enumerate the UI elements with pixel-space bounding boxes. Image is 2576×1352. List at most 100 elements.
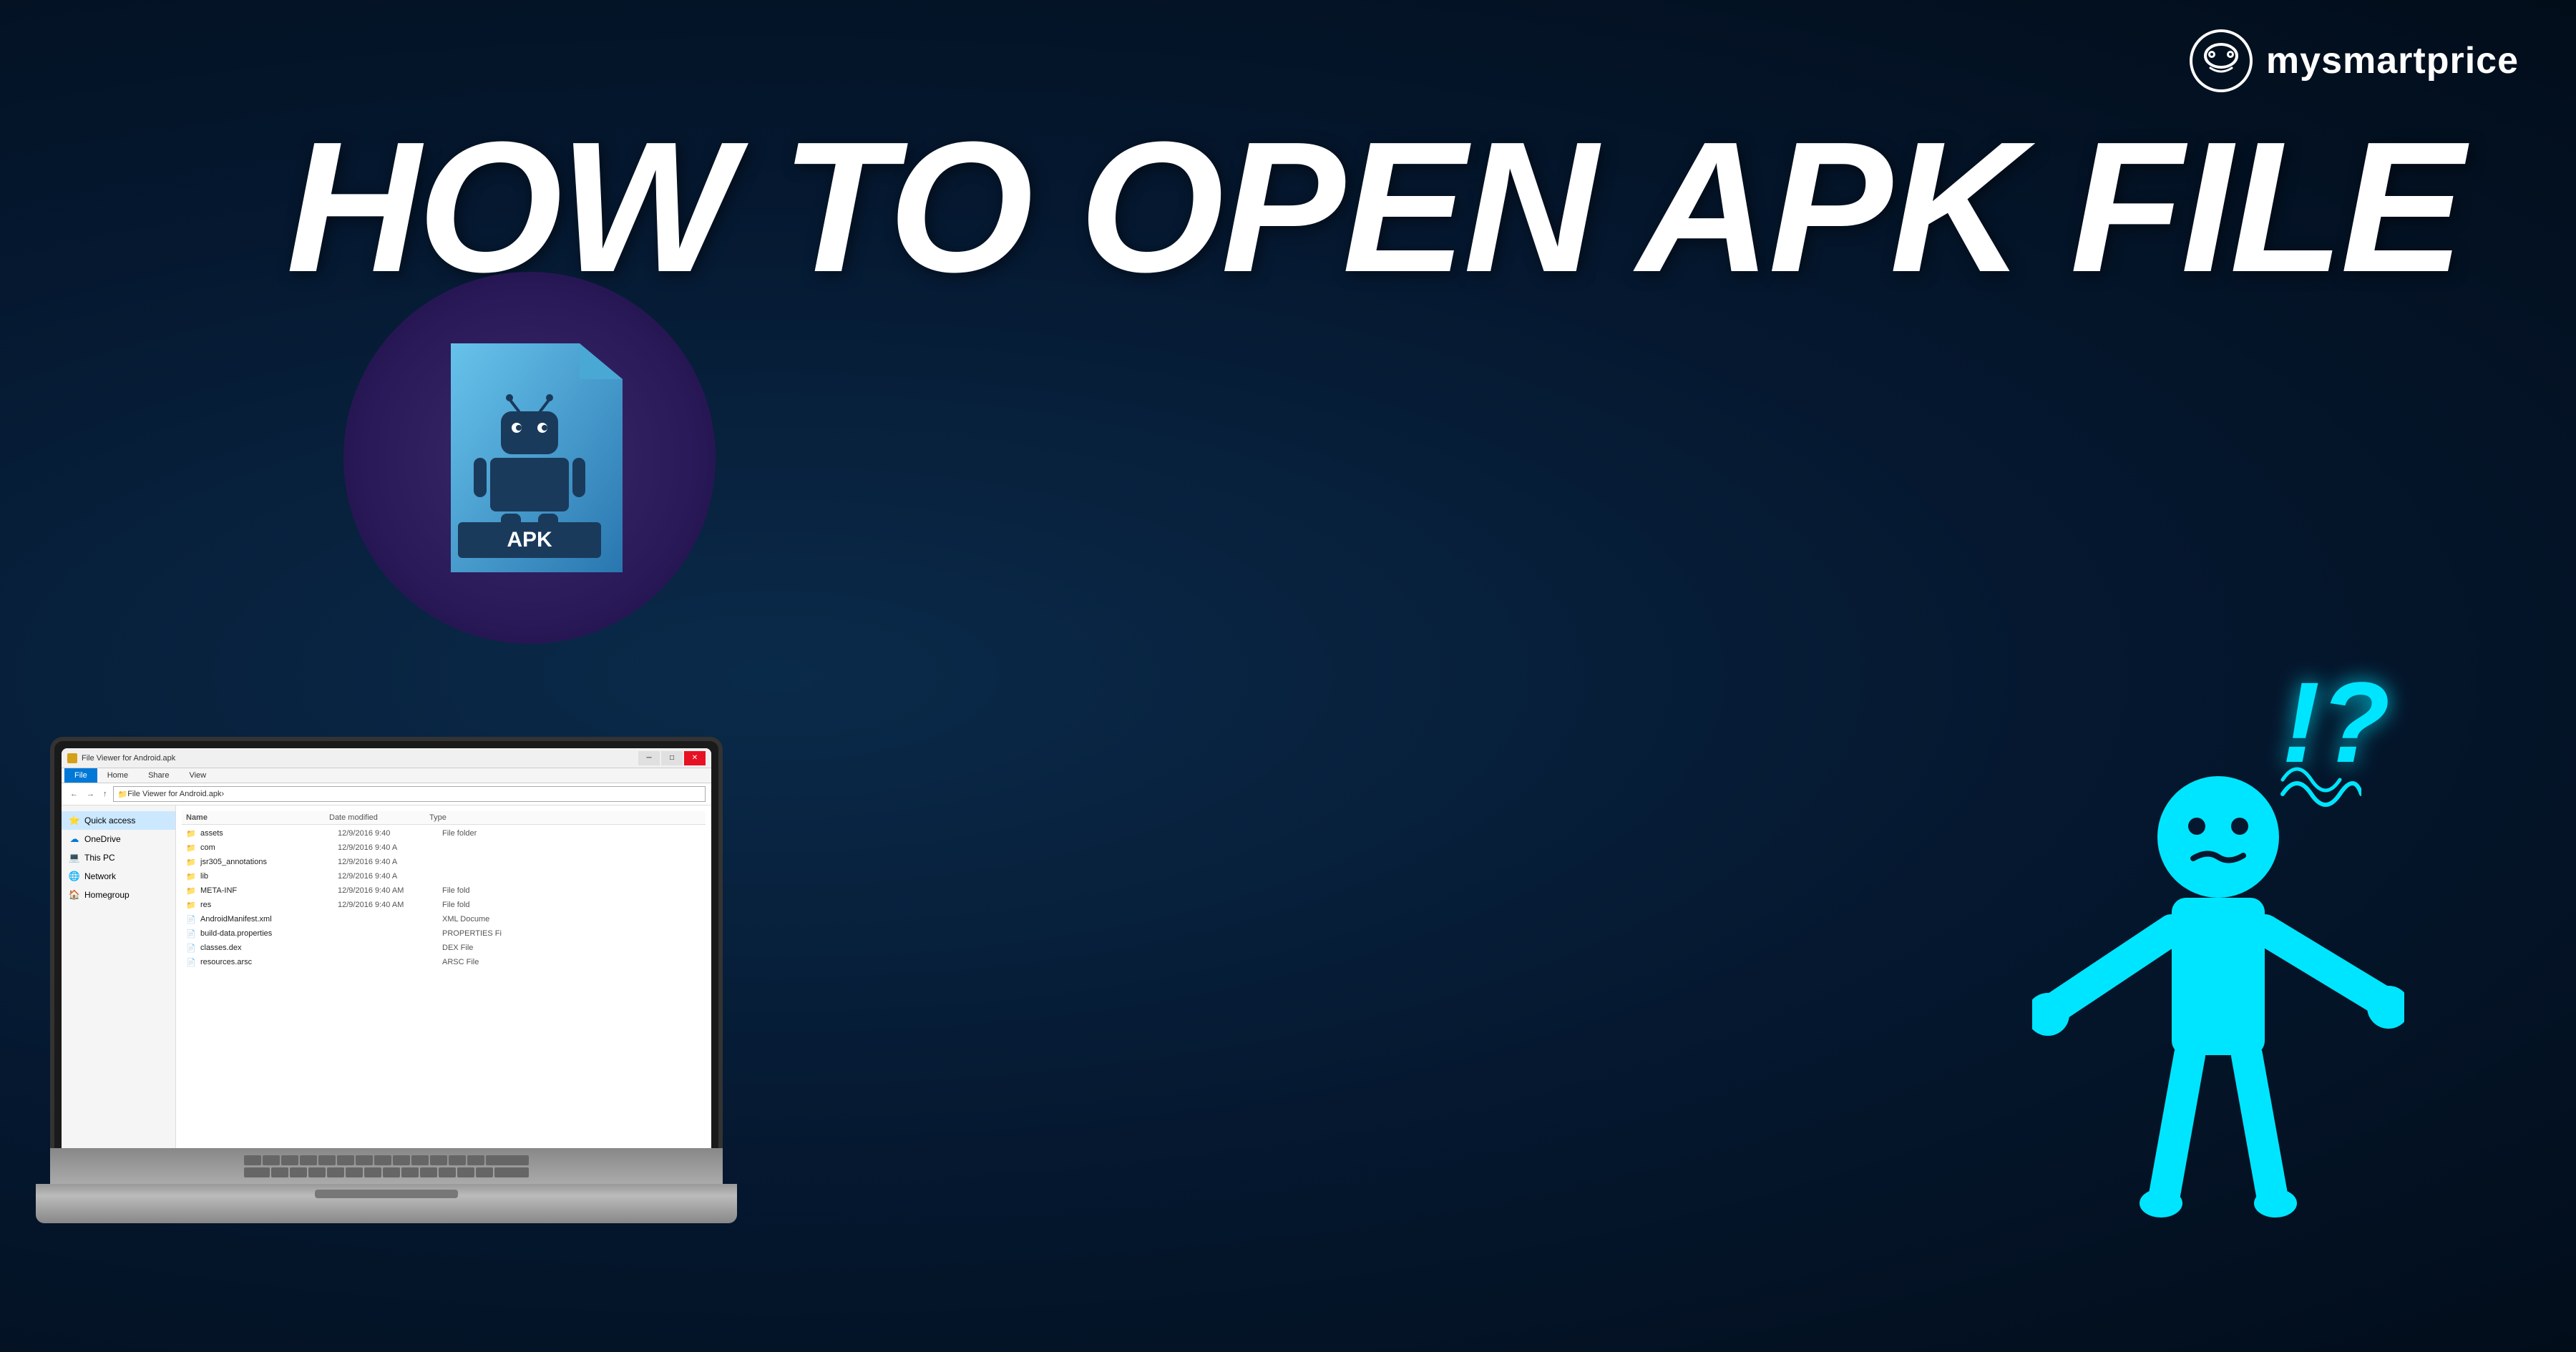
file-row[interactable]: 📄 AndroidManifest.xml XML Docume	[182, 912, 706, 926]
folder-icon	[67, 753, 77, 763]
file-date: 12/9/2016 9:40	[338, 829, 438, 838]
file-explorer: File Viewer for Android.apk ─ □ ✕ File H…	[62, 748, 711, 1155]
apk-file-svg: APK	[436, 343, 623, 572]
address-path: File Viewer for Android.apk	[127, 790, 221, 798]
sidebar-label-network: Network	[84, 871, 116, 881]
file-row[interactable]: 📁 com 12/9/2016 9:40 A	[182, 841, 706, 855]
toolbar: ← → ↑ 📁 File Viewer for Android.apk ›	[62, 783, 711, 805]
file-name: AndroidManifest.xml	[200, 915, 333, 924]
file-row[interactable]: 📁 lib 12/9/2016 9:40 A	[182, 869, 706, 883]
file-name: build-data.properties	[200, 929, 333, 938]
logo-text: mysmartprice	[2266, 39, 2519, 82]
folder-icon: 📁	[186, 828, 196, 838]
file-name: com	[200, 843, 333, 852]
file-row[interactable]: 📁 jsr305_annotations 12/9/2016 9:40 A	[182, 855, 706, 869]
file-name: classes.dex	[200, 944, 333, 952]
col-name: Name	[186, 813, 329, 822]
star-icon: ⭐	[69, 815, 80, 826]
titlebar: File Viewer for Android.apk ─ □ ✕	[62, 748, 711, 768]
onedrive-icon: ☁	[69, 833, 80, 845]
sidebar-item-this-pc[interactable]: 💻 This PC	[62, 848, 175, 867]
explorer-window: File Viewer for Android.apk ─ □ ✕ File H…	[62, 748, 711, 1155]
sidebar-label-quick-access: Quick access	[84, 815, 135, 826]
file-row[interactable]: 📄 resources.arsc ARSC File	[182, 955, 706, 969]
network-icon: 🌐	[69, 871, 80, 882]
svg-text:APK: APK	[507, 528, 552, 552]
laptop-container: File Viewer for Android.apk ─ □ ✕ File H…	[0, 651, 787, 1295]
sidebar-item-onedrive[interactable]: ☁ OneDrive	[62, 830, 175, 848]
sidebar-label-this-pc: This PC	[84, 853, 115, 863]
folder-icon: 📁	[186, 843, 196, 853]
file-row[interactable]: 📁 assets 12/9/2016 9:40 File folder	[182, 826, 706, 841]
sidebar-label-homegroup: Homegroup	[84, 890, 130, 900]
file-row[interactable]: 📁 META-INF 12/9/2016 9:40 AM File fold	[182, 883, 706, 898]
keyboard	[50, 1148, 723, 1184]
sidebar-item-homegroup[interactable]: 🏠 Homegroup	[62, 886, 175, 904]
file-icon: 📄	[186, 914, 196, 924]
exclamation-marks: !?	[2282, 665, 2390, 780]
tab-share[interactable]: Share	[138, 768, 179, 783]
file-type: File fold	[442, 886, 470, 895]
address-chevron: ›	[221, 790, 224, 798]
window-controls: ─ □ ✕	[638, 751, 706, 765]
computer-icon: 💻	[69, 852, 80, 863]
file-icon: 📄	[186, 943, 196, 953]
maximize-button[interactable]: □	[661, 751, 683, 765]
file-type: ARSC File	[442, 958, 479, 966]
close-button[interactable]: ✕	[684, 751, 706, 765]
up-button[interactable]: ↑	[100, 789, 110, 799]
header: mysmartprice	[2189, 29, 2519, 93]
tab-home[interactable]: Home	[97, 768, 138, 783]
forward-button[interactable]: →	[84, 789, 97, 799]
file-date: 12/9/2016 9:40 A	[338, 843, 438, 852]
sidebar-item-quick-access[interactable]: ⭐ Quick access	[62, 811, 175, 830]
file-icon: 📄	[186, 957, 196, 967]
mysmartprice-logo-icon	[2189, 29, 2253, 93]
file-row[interactable]: 📁 res 12/9/2016 9:40 AM File fold	[182, 898, 706, 912]
file-date: 12/9/2016 9:40 AM	[338, 886, 438, 895]
explorer-body: ⭐ Quick access ☁ OneDrive 💻 This PC	[62, 805, 711, 1155]
address-bar[interactable]: 📁 File Viewer for Android.apk ›	[113, 786, 706, 802]
file-row[interactable]: 📄 build-data.properties PROPERTIES Fi	[182, 926, 706, 941]
col-date: Date modified	[329, 813, 429, 822]
laptop: File Viewer for Android.apk ─ □ ✕ File H…	[36, 737, 737, 1223]
file-name: META-INF	[200, 886, 333, 895]
folder-icon: 📁	[186, 857, 196, 867]
folder-icon: 📁	[186, 871, 196, 881]
file-type: File folder	[442, 829, 477, 838]
file-row[interactable]: 📄 classes.dex DEX File	[182, 941, 706, 955]
file-icon: 📄	[186, 929, 196, 939]
folder-icon: 📁	[186, 900, 196, 910]
laptop-hinge	[315, 1190, 458, 1198]
ribbon: File Home Share View	[62, 768, 711, 783]
folder-icon: 📁	[186, 886, 196, 896]
minimize-button[interactable]: ─	[638, 751, 660, 765]
file-date: 12/9/2016 9:40 A	[338, 858, 438, 866]
window-title: File Viewer for Android.apk	[82, 754, 175, 763]
sidebar-item-network[interactable]: 🌐 Network	[62, 867, 175, 886]
tab-file[interactable]: File	[64, 768, 97, 783]
file-type: DEX File	[442, 944, 473, 952]
file-name: jsr305_annotations	[200, 858, 333, 866]
file-type: PROPERTIES Fi	[442, 929, 502, 938]
file-list-area: Name Date modified Type 📁 assets 12/9/20…	[176, 805, 711, 1155]
page-title: HOW TO OPEN APK FILE	[286, 114, 2290, 300]
file-type: File fold	[442, 901, 470, 909]
file-date: 12/9/2016 9:40 A	[338, 872, 438, 881]
laptop-base	[36, 1184, 737, 1223]
homegroup-icon: 🏠	[69, 889, 80, 901]
sidebar-label-onedrive: OneDrive	[84, 834, 121, 844]
file-list: 📁 assets 12/9/2016 9:40 File folder 📁 co…	[182, 825, 706, 971]
apk-icon-circle: APK	[343, 272, 716, 644]
col-type: Type	[429, 813, 701, 822]
back-button[interactable]: ←	[67, 789, 81, 799]
file-name: resources.arsc	[200, 958, 333, 966]
stick-figure-svg	[2032, 765, 2404, 1309]
file-type: XML Docume	[442, 915, 489, 924]
tab-view[interactable]: View	[179, 768, 216, 783]
person-container: !?	[2004, 665, 2433, 1309]
file-name: assets	[200, 829, 333, 838]
file-name: res	[200, 901, 333, 909]
sidebar: ⭐ Quick access ☁ OneDrive 💻 This PC	[62, 805, 176, 1155]
ribbon-tabs: File Home Share View	[62, 768, 711, 783]
